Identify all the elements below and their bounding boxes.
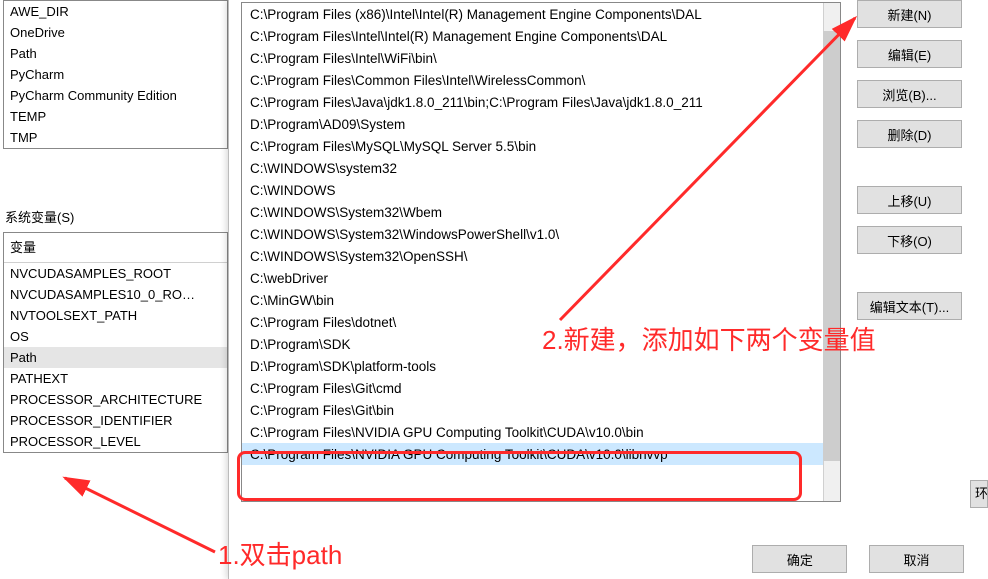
scroll-thumb[interactable] bbox=[823, 31, 840, 461]
list-item[interactable]: OS bbox=[4, 326, 227, 347]
path-entry[interactable]: D:\Program\SDK\platform-tools bbox=[242, 355, 840, 377]
delete-button[interactable]: 删除(D) bbox=[857, 120, 962, 148]
vertical-scrollbar[interactable] bbox=[823, 3, 840, 501]
path-entry[interactable]: C:\Program Files\Intel\WiFi\bin\ bbox=[242, 47, 840, 69]
path-entry[interactable]: C:\Program Files\Intel\Intel(R) Manageme… bbox=[242, 25, 840, 47]
env-vars-left-panel: AWE_DIR OneDrive Path PyCharm PyCharm Co… bbox=[3, 0, 228, 579]
path-entry[interactable]: C:\Program Files\Git\bin bbox=[242, 399, 840, 421]
edit-text-button[interactable]: 编辑文本(T)... bbox=[857, 292, 962, 320]
list-item[interactable]: PROCESSOR_LEVEL bbox=[4, 431, 227, 452]
dialog-side-buttons: 新建(N) 编辑(E) 浏览(B)... 删除(D) 上移(U) 下移(O) 编… bbox=[857, 0, 972, 332]
move-up-button[interactable]: 上移(U) bbox=[857, 186, 962, 214]
list-item[interactable]: OneDrive bbox=[4, 22, 227, 43]
list-item-path[interactable]: Path bbox=[4, 347, 227, 368]
list-item[interactable]: Path bbox=[4, 43, 227, 64]
path-entry[interactable]: C:\Program Files\Java\jdk1.8.0_211\bin;C… bbox=[242, 91, 840, 113]
list-item[interactable]: NVCUDASAMPLES10_0_RO… bbox=[4, 284, 227, 305]
path-entry[interactable]: C:\WINDOWS\System32\Wbem bbox=[242, 201, 840, 223]
user-vars-listbox[interactable]: AWE_DIR OneDrive Path PyCharm PyCharm Co… bbox=[3, 0, 228, 149]
list-item[interactable]: NVCUDASAMPLES_ROOT bbox=[4, 263, 227, 284]
path-entry[interactable]: C:\webDriver bbox=[242, 267, 840, 289]
path-entry[interactable]: C:\WINDOWS\system32 bbox=[242, 157, 840, 179]
column-header-variable: 变量 bbox=[4, 233, 227, 263]
list-item[interactable]: PROCESSOR_ARCHITECTURE bbox=[4, 389, 227, 410]
system-vars-listbox[interactable]: 变量 NVCUDASAMPLES_ROOT NVCUDASAMPLES10_0_… bbox=[3, 232, 228, 453]
path-entry[interactable]: C:\WINDOWS\System32\OpenSSH\ bbox=[242, 245, 840, 267]
ok-button[interactable]: 确定 bbox=[752, 545, 847, 573]
list-item[interactable]: TEMP bbox=[4, 106, 227, 127]
list-item[interactable]: TMP bbox=[4, 127, 227, 148]
list-item[interactable]: PATHEXT bbox=[4, 368, 227, 389]
system-vars-label: 系统变量(S) bbox=[5, 207, 228, 226]
path-entry[interactable]: C:\Program Files\dotnet\ bbox=[242, 311, 840, 333]
path-entry[interactable]: C:\Program Files\NVIDIA GPU Computing To… bbox=[242, 421, 840, 443]
cropped-button[interactable]: 环 bbox=[970, 480, 988, 508]
edit-path-dialog: C:\Program Files (x86)\Intel\Intel(R) Ma… bbox=[228, 0, 988, 579]
list-item[interactable]: PROCESSOR_IDENTIFIER bbox=[4, 410, 227, 431]
path-entry[interactable]: C:\Program Files\MySQL\MySQL Server 5.5\… bbox=[242, 135, 840, 157]
list-item[interactable]: AWE_DIR bbox=[4, 1, 227, 22]
path-entry[interactable]: C:\MinGW\bin bbox=[242, 289, 840, 311]
path-entry[interactable]: C:\WINDOWS\System32\WindowsPowerShell\v1… bbox=[242, 223, 840, 245]
new-button[interactable]: 新建(N) bbox=[857, 0, 962, 28]
cancel-button[interactable]: 取消 bbox=[869, 545, 964, 573]
browse-button[interactable]: 浏览(B)... bbox=[857, 80, 962, 108]
path-entries-listbox[interactable]: C:\Program Files (x86)\Intel\Intel(R) Ma… bbox=[241, 2, 841, 502]
path-entry[interactable]: C:\Program Files (x86)\Intel\Intel(R) Ma… bbox=[242, 3, 840, 25]
path-entry[interactable]: D:\Program\SDK bbox=[242, 333, 840, 355]
path-entry[interactable]: C:\Program Files\Git\cmd bbox=[242, 377, 840, 399]
path-entry[interactable]: C:\Program Files\Common Files\Intel\Wire… bbox=[242, 69, 840, 91]
path-entry[interactable]: C:\WINDOWS bbox=[242, 179, 840, 201]
list-item[interactable]: NVTOOLSEXT_PATH bbox=[4, 305, 227, 326]
path-entry[interactable]: C:\Program Files\NVIDIA GPU Computing To… bbox=[242, 443, 840, 465]
edit-button[interactable]: 编辑(E) bbox=[857, 40, 962, 68]
list-item[interactable]: PyCharm Community Edition bbox=[4, 85, 227, 106]
path-entry[interactable]: D:\Program\AD09\System bbox=[242, 113, 840, 135]
dialog-bottom-buttons: 确定 取消 bbox=[734, 545, 964, 573]
move-down-button[interactable]: 下移(O) bbox=[857, 226, 962, 254]
list-item[interactable]: PyCharm bbox=[4, 64, 227, 85]
